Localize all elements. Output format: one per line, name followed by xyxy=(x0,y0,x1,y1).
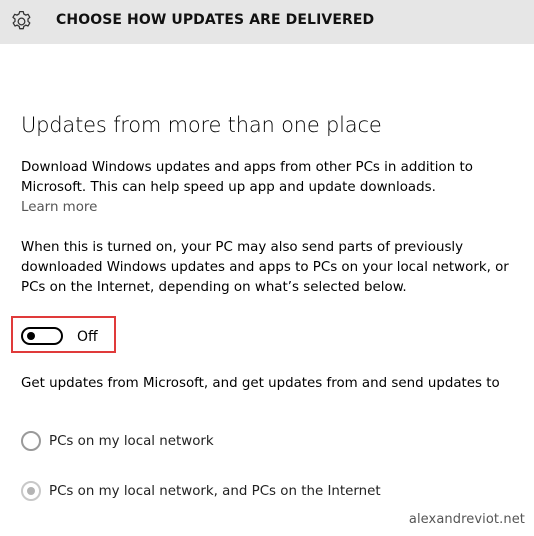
toggle-knob xyxy=(27,332,35,340)
radio-button[interactable] xyxy=(21,481,41,501)
updates-toggle-switch[interactable] xyxy=(21,327,63,345)
gear-icon xyxy=(9,9,34,34)
intro-text: Download Windows updates and apps from o… xyxy=(21,160,473,195)
options-prompt: Get updates from Microsoft, and get upda… xyxy=(21,376,500,391)
description-text: When this is turned on, your PC may also… xyxy=(21,240,509,295)
radio-button[interactable] xyxy=(21,431,41,451)
page-title: CHOOSE HOW UPDATES ARE DELIVERED xyxy=(56,12,375,28)
header-bar: CHOOSE HOW UPDATES ARE DELIVERED xyxy=(0,0,534,44)
learn-more-link[interactable]: Learn more xyxy=(21,198,97,218)
section-heading: Updates from more than one place xyxy=(21,113,382,137)
radio-label: PCs on my local network, and PCs on the … xyxy=(49,484,381,499)
watermark: alexandreviot.net xyxy=(408,512,525,527)
radio-selected-dot xyxy=(27,487,35,495)
toggle-state-label: Off xyxy=(77,329,98,345)
radio-label: PCs on my local network xyxy=(49,434,214,449)
settings-page: CHOOSE HOW UPDATES ARE DELIVERED Updates… xyxy=(0,0,534,536)
